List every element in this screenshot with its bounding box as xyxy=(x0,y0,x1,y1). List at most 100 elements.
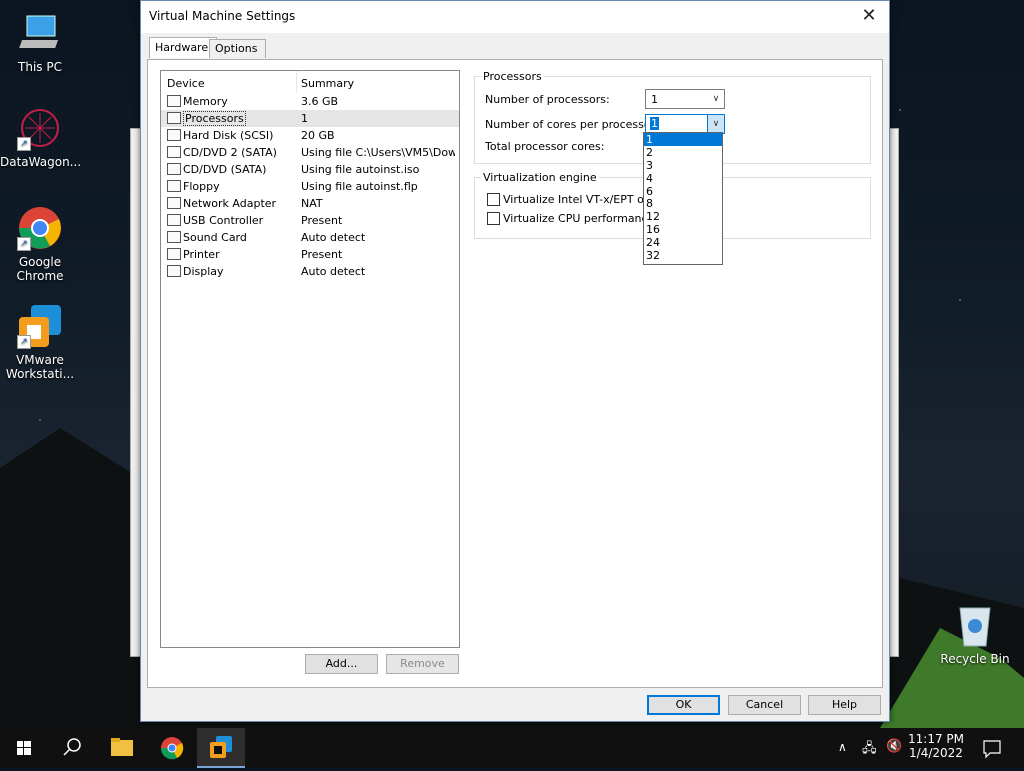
processors-group-label: Processors xyxy=(481,70,544,83)
device-summary: Using file autoinst.iso xyxy=(301,163,420,176)
windows-icon xyxy=(17,741,31,755)
volume-muted-icon[interactable]: 🔇 xyxy=(886,739,902,754)
vm-settings-dialog: Virtual Machine Settings ✕ Hardware Opti… xyxy=(140,0,890,722)
device-name: CD/DVD (SATA) xyxy=(183,163,267,176)
cpu-perf-checkbox[interactable] xyxy=(487,212,500,225)
clock[interactable]: 11:17 PM 1/4/2022 xyxy=(906,728,966,768)
cores-dropdown-list[interactable]: 1 2 3 4 6 8 12 16 24 32 xyxy=(643,132,723,265)
device-column-header[interactable]: Device xyxy=(167,77,205,90)
folder-icon xyxy=(111,738,133,756)
device-row-processors[interactable]: Processors 1 xyxy=(161,110,459,127)
device-row-memory[interactable]: Memory 3.6 GB xyxy=(161,93,459,110)
chrome-icon: ↗ xyxy=(17,205,63,251)
cores-option[interactable]: 3 xyxy=(644,159,722,172)
cores-option[interactable]: 24 xyxy=(644,236,722,249)
ok-button[interactable]: OK xyxy=(647,695,720,715)
device-summary: Auto detect xyxy=(301,265,366,278)
device-row-display[interactable]: Display Auto detect xyxy=(161,263,459,280)
desktop-icon-chrome[interactable]: ↗ Google Chrome xyxy=(0,205,80,283)
network-icon[interactable]: 🖧 xyxy=(862,739,877,761)
taskbar-file-explorer[interactable] xyxy=(98,728,146,768)
device-summary: 1 xyxy=(301,112,308,125)
vtx-checkbox[interactable] xyxy=(487,193,500,206)
device-row-printer[interactable]: Printer Present xyxy=(161,246,459,263)
memory-icon xyxy=(167,95,181,107)
shortcut-arrow-icon: ↗ xyxy=(17,137,31,151)
tab-hardware[interactable]: Hardware xyxy=(149,37,217,58)
help-button[interactable]: Help xyxy=(808,695,881,715)
desktop-icon-vmware[interactable]: ↗ VMware Workstati... xyxy=(0,303,80,381)
device-row-cd-dvd-2-sata[interactable]: CD/DVD 2 (SATA) Using file C:\Users\VM5\D… xyxy=(161,144,459,161)
desktop-icon-this-pc[interactable]: This PC xyxy=(0,10,80,74)
chevron-down-icon: ∨ xyxy=(712,94,720,104)
shortcut-arrow-icon: ↗ xyxy=(17,335,31,349)
desktop-icon-datawagon[interactable]: ↗ DataWagon... xyxy=(0,105,82,169)
title-bar[interactable]: Virtual Machine Settings ✕ xyxy=(141,1,889,33)
device-row-usb-controller[interactable]: USB Controller Present xyxy=(161,212,459,229)
device-name: Network Adapter xyxy=(183,197,277,210)
taskbar-vmware[interactable] xyxy=(197,728,245,768)
virtualization-group-label: Virtualization engine xyxy=(481,171,599,184)
desktop-icon-recycle-bin[interactable]: Recycle Bin xyxy=(935,602,1015,666)
device-name: Display xyxy=(183,265,224,278)
num-processors-select[interactable]: 1 ∨ xyxy=(645,89,725,109)
clock-date: 1/4/2022 xyxy=(909,746,963,760)
cores-option[interactable]: 12 xyxy=(644,210,722,223)
cores-option[interactable]: 2 xyxy=(644,146,722,159)
device-summary: 3.6 GB xyxy=(301,95,339,108)
taskbar-chrome[interactable] xyxy=(148,728,196,768)
taskbar: ∧ 🖧 🔇 11:17 PM 1/4/2022 xyxy=(0,728,1024,768)
cores-option[interactable]: 16 xyxy=(644,223,722,236)
sound-icon xyxy=(167,231,181,243)
notifications-button[interactable] xyxy=(982,728,1002,768)
floppy-icon xyxy=(167,180,181,192)
desktop-icon-label: This PC xyxy=(18,60,62,74)
device-row-floppy[interactable]: Floppy Using file autoinst.flp xyxy=(161,178,459,195)
start-button[interactable] xyxy=(0,728,48,768)
device-row-hard-disk-scsi[interactable]: Hard Disk (SCSI) 20 GB xyxy=(161,127,459,144)
cores-option[interactable]: 4 xyxy=(644,172,722,185)
device-name: USB Controller xyxy=(183,214,264,227)
desktop-icon-label: Recycle Bin xyxy=(940,652,1010,666)
notification-icon xyxy=(983,740,1001,759)
cores-option[interactable]: 6 xyxy=(644,185,722,198)
cores-option[interactable]: 32 xyxy=(644,249,722,262)
device-name: Hard Disk (SCSI) xyxy=(183,129,274,142)
device-summary: NAT xyxy=(301,197,323,210)
processor-icon xyxy=(167,112,181,124)
chevron-up-icon[interactable]: ∧ xyxy=(838,740,847,754)
device-row-cd-dvd-sata[interactable]: CD/DVD (SATA) Using file autoinst.iso xyxy=(161,161,459,178)
device-row-sound-card[interactable]: Sound Card Auto detect xyxy=(161,229,459,246)
device-name: Sound Card xyxy=(183,231,247,244)
cores-option[interactable]: 8 xyxy=(644,197,722,211)
add-device-button[interactable]: Add... xyxy=(305,654,378,674)
cancel-button[interactable]: Cancel xyxy=(728,695,801,715)
device-name: CD/DVD 2 (SATA) xyxy=(183,146,277,159)
datawagon-icon: ↗ xyxy=(17,105,63,151)
vmware-icon xyxy=(210,736,232,758)
device-list[interactable]: Device Summary Memory 3.6 GB Processors 1 Ha… xyxy=(160,70,460,648)
num-processors-value: 1 xyxy=(651,93,658,106)
summary-column-header[interactable]: Summary xyxy=(301,77,354,90)
remove-device-button[interactable]: Remove xyxy=(386,654,459,674)
chrome-icon xyxy=(160,737,184,760)
device-name: Printer xyxy=(183,248,220,261)
dialog-title: Virtual Machine Settings xyxy=(149,9,296,23)
search-button[interactable] xyxy=(48,728,96,768)
device-summary: Present xyxy=(301,248,343,261)
device-name: Floppy xyxy=(183,180,220,193)
device-row-network-adapter[interactable]: Network Adapter NAT xyxy=(161,195,459,212)
tab-options[interactable]: Options xyxy=(209,39,266,58)
close-icon[interactable]: ✕ xyxy=(857,5,881,27)
desktop-icon-label: DataWagon... xyxy=(0,155,82,169)
device-list-header: Device Summary xyxy=(161,71,459,93)
search-icon xyxy=(63,738,81,756)
printer-icon xyxy=(167,248,181,260)
cd-icon xyxy=(167,163,181,175)
device-summary: Using file C:\Users\VM5\Dow... xyxy=(301,146,455,159)
device-summary: Present xyxy=(301,214,343,227)
device-name: Memory xyxy=(183,95,228,108)
cores-per-processor-select[interactable]: 1 ∨ xyxy=(645,114,725,134)
cores-option[interactable]: 1 xyxy=(644,133,722,146)
shortcut-arrow-icon: ↗ xyxy=(17,237,31,251)
